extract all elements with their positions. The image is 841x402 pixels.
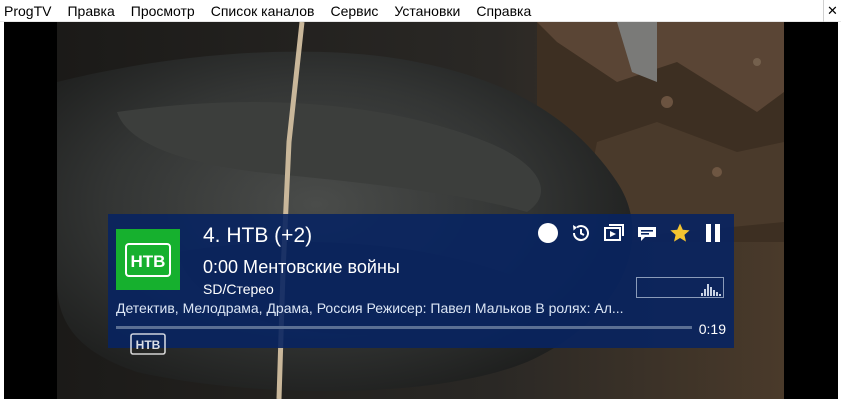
playback-progress[interactable] [116,326,692,329]
menu-service[interactable]: Сервис [322,0,386,22]
ntv-logo-icon: НТВ [125,242,171,277]
pause-icon[interactable] [701,221,724,244]
ntv-watermark-icon: НТВ [130,333,166,355]
pip-icon[interactable] [602,221,625,244]
menu-channel-list[interactable]: Список каналов [203,0,323,22]
record-icon[interactable] [536,221,559,244]
subtitles-icon[interactable] [635,221,658,244]
close-icon[interactable]: ✕ [823,0,841,22]
menu-progtv[interactable]: ProgTV [0,0,59,22]
osd-controls [536,221,724,244]
elapsed-time: 0:19 [698,321,726,337]
signal-level-meter [636,277,724,298]
menu-settings[interactable]: Установки [386,0,468,22]
menu-edit[interactable]: Правка [59,0,122,22]
menu-help[interactable]: Справка [468,0,539,22]
menu-view[interactable]: Просмотр [123,0,203,22]
audio-format: SD/Стерео [203,281,274,297]
history-icon[interactable] [569,221,592,244]
channel-watermark: НТВ [130,330,166,361]
svg-text:НТВ: НТВ [136,338,161,352]
program-description: Детектив, Мелодрама, Драма, Россия Режис… [116,300,624,316]
osd-panel: НТВ 4. НТВ (+2) 0:00 Ментовские войны SD… [108,214,734,348]
favorite-star-icon[interactable] [668,221,691,244]
channel-title: 4. НТВ (+2) [203,224,313,247]
svg-text:НТВ: НТВ [131,252,166,271]
channel-logo: НТВ [116,229,180,290]
menu-bar: ProgTV Правка Просмотр Список каналов Се… [0,0,841,22]
program-title: 0:00 Ментовские войны [203,257,400,277]
